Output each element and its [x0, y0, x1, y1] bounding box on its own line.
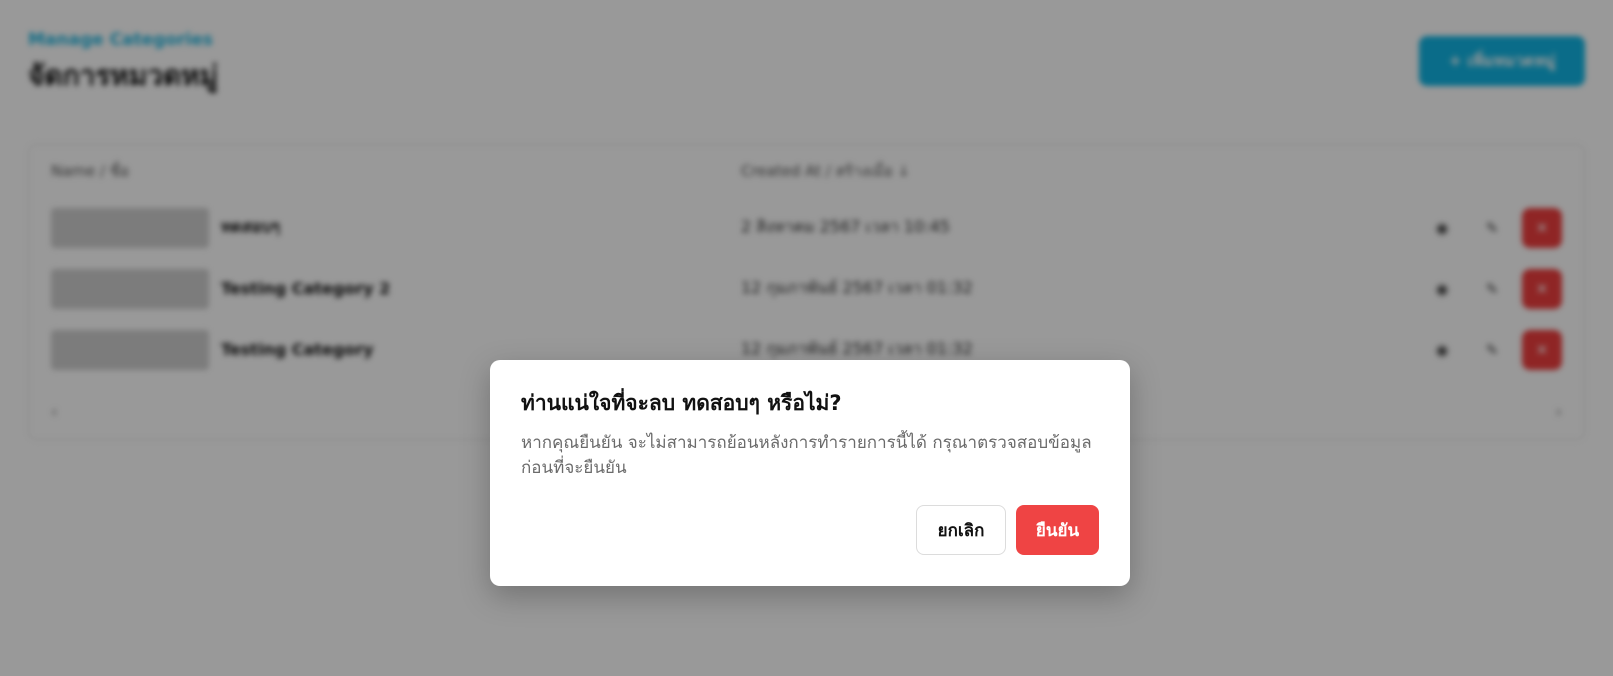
confirm-button[interactable]: ยืนยัน [1016, 505, 1099, 555]
dialog-actions: ยกเลิก ยืนยัน [916, 505, 1099, 555]
dialog-title: ท่านแน่ใจที่จะลบ ทดสอบๆ หรือไม่? [521, 391, 842, 415]
confirm-delete-dialog: ท่านแน่ใจที่จะลบ ทดสอบๆ หรือไม่? หากคุณย… [490, 360, 1130, 586]
cancel-button[interactable]: ยกเลิก [916, 505, 1006, 555]
dialog-description: หากคุณยืนยัน จะไม่สามารถย้อนหลังการทำราย… [521, 433, 1092, 478]
